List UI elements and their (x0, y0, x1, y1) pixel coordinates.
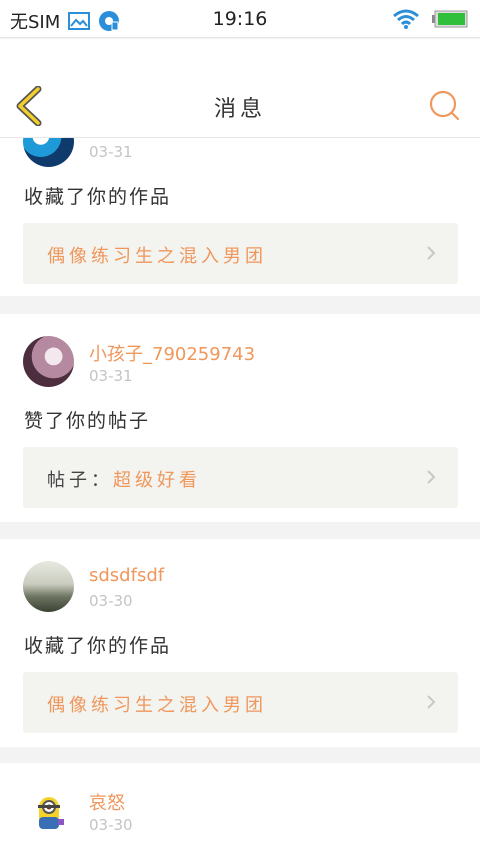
reference-title: 帖子：超级好看 (47, 466, 201, 492)
notification-username[interactable]: sdsdfsdf (89, 565, 164, 586)
avatar[interactable] (23, 336, 74, 387)
nav-bar: 消息 (0, 39, 480, 138)
reference-link[interactable]: 偶像练习生之混入男团 (23, 223, 458, 284)
notification-card[interactable]: 03-31 收藏了你的作品 偶像练习生之混入男团 (0, 138, 480, 296)
reference-link[interactable]: 偶像练习生之混入男团 (23, 672, 458, 733)
notification-action: 收藏了你的作品 (24, 635, 172, 657)
notification-action: 赞了你的帖子 (24, 410, 151, 432)
avatar[interactable] (23, 561, 74, 612)
status-right (392, 8, 468, 30)
reference-name: 偶像练习生之混入男团 (47, 246, 267, 267)
notification-date: 03-31 (89, 367, 133, 385)
notification-date: 03-31 (89, 143, 133, 161)
reference-name: 超级好看 (113, 470, 201, 491)
notification-card[interactable]: sdsdfsdf 03-30 收藏了你的作品 偶像练习生之混入男团 (0, 539, 480, 747)
status-bar: 无SIM 19:16 (0, 0, 480, 38)
notification-date: 03-30 (89, 816, 133, 834)
reference-link[interactable]: 帖子：超级好看 (23, 447, 458, 508)
notification-card[interactable]: 哀怒 03-30 (0, 763, 480, 854)
chevron-right-icon (427, 470, 436, 484)
minion-avatar-icon (38, 797, 64, 829)
reference-title: 偶像练习生之混入男团 (47, 242, 267, 268)
reference-prefix: 帖子： (47, 470, 113, 491)
avatar[interactable] (23, 785, 74, 836)
notification-date: 03-30 (89, 592, 133, 610)
chevron-right-icon (427, 695, 436, 709)
notification-card[interactable]: 小孩子_790259743 03-31 赞了你的帖子 帖子：超级好看 (0, 314, 480, 522)
notification-username[interactable]: 小孩子_790259743 (89, 340, 255, 366)
notification-username[interactable]: 哀怒 (89, 789, 125, 815)
avatar[interactable] (23, 138, 74, 167)
chevron-right-icon (427, 246, 436, 260)
reference-title: 偶像练习生之混入男团 (47, 691, 267, 717)
notification-action: 收藏了你的作品 (24, 186, 172, 208)
search-icon[interactable] (428, 89, 460, 121)
page-title: 消息 (213, 97, 266, 122)
notification-list[interactable]: 03-31 收藏了你的作品 偶像练习生之混入男团 小孩子_790259743 0… (0, 138, 480, 854)
battery-icon (432, 10, 468, 28)
wifi-icon (393, 9, 419, 29)
reference-name: 偶像练习生之混入男团 (47, 695, 267, 716)
